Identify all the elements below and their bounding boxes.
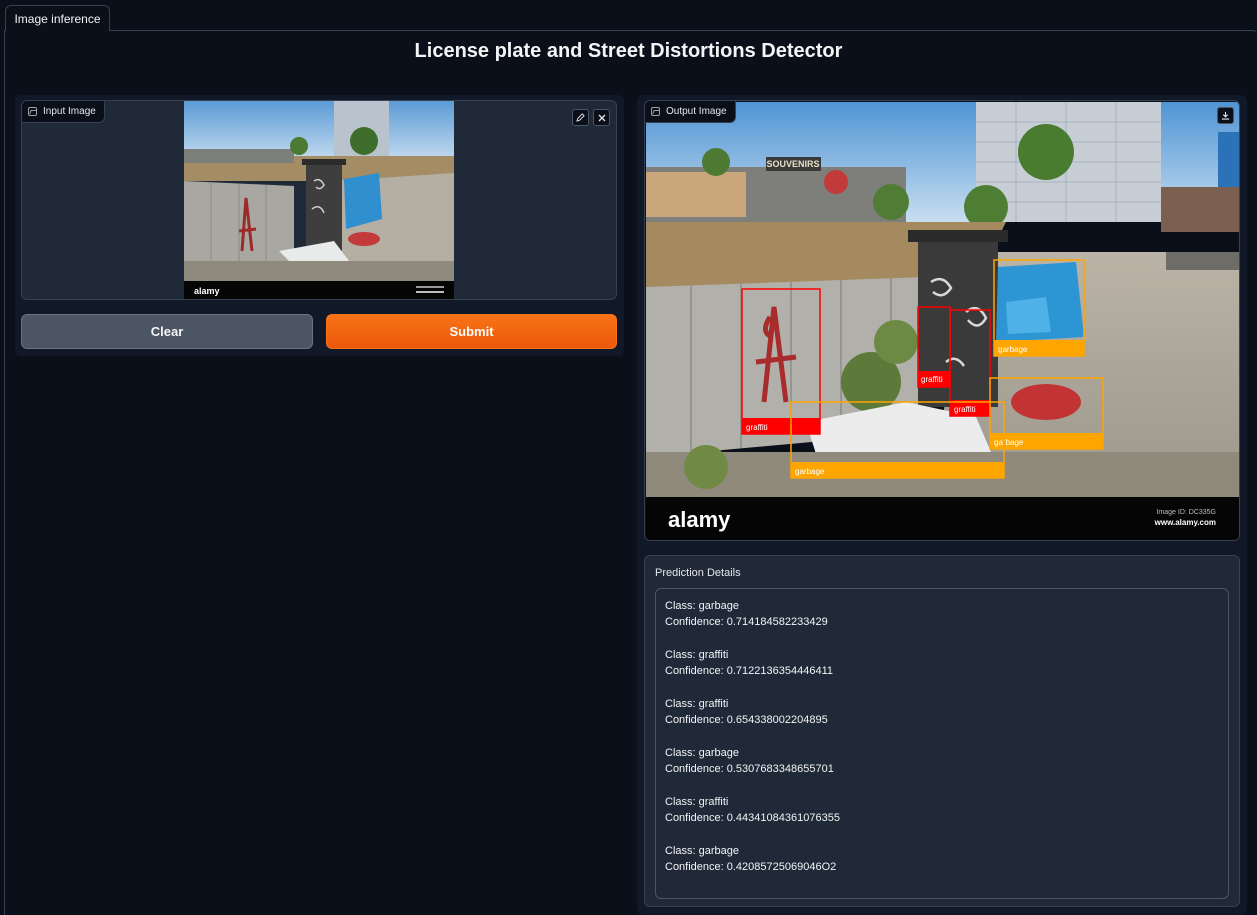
- input-image-label-text: Input Image: [43, 106, 96, 117]
- pencil-icon[interactable]: [572, 109, 589, 126]
- output-watermark: alamy: [668, 507, 731, 532]
- prediction-class: Class: garbage: [665, 845, 739, 857]
- output-image-block: Output Image SOUVENIRS alamy Image ID: D…: [644, 100, 1240, 541]
- prediction-confidence: Confidence: 0.42085725069046O2: [665, 861, 837, 873]
- souvenirs-sign: SOUVENIRS: [766, 159, 819, 169]
- prediction-entry: Class: graffiti Confidence: 0.4434108436…: [665, 794, 1219, 826]
- output-image-label-text: Output Image: [666, 106, 727, 117]
- page-title: License plate and Street Distortions Det…: [414, 40, 843, 62]
- tab-image-inference[interactable]: Image inference: [5, 5, 110, 31]
- detection-tag: graffiti: [921, 375, 943, 384]
- prediction-class: Class: graffiti: [665, 649, 729, 661]
- image-id-text: Image ID: DC335G: [1156, 509, 1216, 516]
- output-image: SOUVENIRS alamy Image ID: DC335G www.ala…: [646, 102, 1239, 540]
- input-image-block[interactable]: Input Image alamy: [21, 100, 617, 300]
- image-icon: [28, 107, 37, 116]
- prediction-confidence: Confidence: 0.7122136354446411: [665, 665, 834, 677]
- detection-tag: graffiti: [954, 405, 976, 414]
- prediction-details-panel: Prediction Details Class: garbage Confid…: [644, 555, 1240, 907]
- detection-tag: garbage: [994, 438, 1024, 447]
- prediction-confidence: Confidence: 0.5307683348655701: [665, 763, 834, 775]
- prediction-confidence: Confidence: 0.654338002204895: [665, 714, 828, 726]
- prediction-entry: Class: garbage Confidence: 0.71418458223…: [665, 598, 1219, 630]
- input-image: alamy: [184, 101, 454, 299]
- input-image-label: Input Image: [22, 101, 105, 123]
- prediction-entry: Class: garbage Confidence: 0.42085725069…: [665, 843, 1219, 875]
- prediction-class: Class: graffiti: [665, 796, 729, 808]
- prediction-class: Class: garbage: [665, 600, 739, 612]
- clear-button[interactable]: Clear: [21, 314, 313, 349]
- prediction-confidence: Confidence: 0.44341084361076355: [665, 812, 840, 824]
- prediction-confidence: Confidence: 0.714184582233429: [665, 616, 828, 628]
- prediction-class: Class: graffiti: [665, 698, 729, 710]
- prediction-details-textbox[interactable]: Class: garbage Confidence: 0.71418458223…: [655, 588, 1229, 899]
- input-watermark: alamy: [194, 286, 220, 296]
- detection-tag: graffiti: [746, 423, 768, 432]
- download-icon[interactable]: [1217, 107, 1234, 124]
- detection-tag: garbage: [998, 345, 1028, 354]
- submit-button[interactable]: Submit: [326, 314, 617, 349]
- output-image-label: Output Image: [645, 101, 736, 123]
- detection-tag: garbage: [795, 467, 825, 476]
- site-text: www.alamy.com: [1154, 518, 1216, 527]
- prediction-entry: Class: graffiti Confidence: 0.6543380022…: [665, 696, 1219, 728]
- close-icon[interactable]: [593, 109, 610, 126]
- prediction-class: Class: garbage: [665, 747, 739, 759]
- image-icon: [651, 107, 660, 116]
- prediction-entry: Class: garbage Confidence: 0.53076833486…: [665, 745, 1219, 777]
- prediction-entry: Class: graffiti Confidence: 0.7122136354…: [665, 647, 1219, 679]
- prediction-details-label: Prediction Details: [655, 567, 741, 579]
